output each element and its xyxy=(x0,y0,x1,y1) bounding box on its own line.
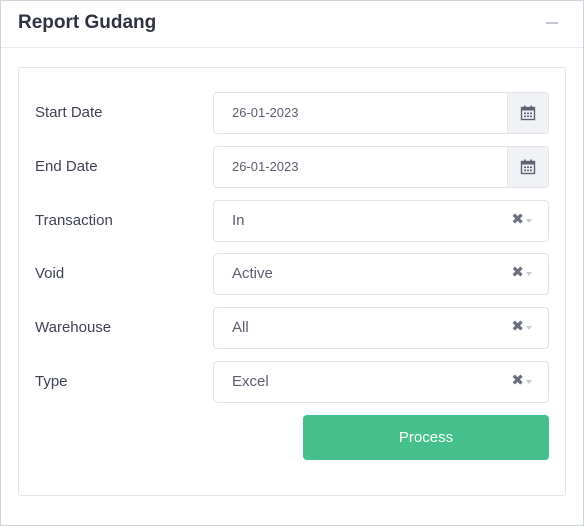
warehouse-select[interactable]: All ✖ xyxy=(213,307,549,349)
type-value: Excel xyxy=(232,373,269,390)
start-date-picker-button[interactable] xyxy=(507,93,548,133)
type-row: Type Excel ✖ xyxy=(19,361,565,403)
end-date-value[interactable]: 26-01-2023 xyxy=(232,159,299,174)
type-label: Type xyxy=(35,373,68,390)
transaction-value: In xyxy=(232,212,245,229)
clear-icon[interactable]: ✖ xyxy=(511,319,524,335)
panel-header: Report Gudang xyxy=(1,1,583,48)
chevron-down-icon[interactable] xyxy=(526,326,532,330)
void-value: Active xyxy=(232,265,273,282)
warehouse-value: All xyxy=(232,319,249,336)
void-label: Void xyxy=(35,265,65,282)
report-panel: Report Gudang Start Date 26-01-2023 End … xyxy=(0,0,584,526)
warehouse-label: Warehouse xyxy=(35,319,112,336)
end-date-row: End Date 26-01-2023 xyxy=(19,146,565,188)
chevron-down-icon[interactable] xyxy=(526,219,532,223)
minus-icon[interactable] xyxy=(546,22,558,24)
chevron-down-icon[interactable] xyxy=(526,272,532,276)
calendar-icon xyxy=(520,105,536,121)
warehouse-row: Warehouse All ✖ xyxy=(19,307,565,349)
start-date-value[interactable]: 26-01-2023 xyxy=(232,105,299,120)
transaction-label: Transaction xyxy=(35,212,113,229)
clear-icon[interactable]: ✖ xyxy=(511,265,524,281)
type-select[interactable]: Excel ✖ xyxy=(213,361,549,403)
start-date-label: Start Date xyxy=(35,104,103,121)
transaction-select[interactable]: In ✖ xyxy=(213,200,549,242)
end-date-picker-button[interactable] xyxy=(507,147,548,187)
clear-icon[interactable]: ✖ xyxy=(511,373,524,389)
page-title: Report Gudang xyxy=(18,12,157,33)
start-date-field[interactable]: 26-01-2023 xyxy=(213,92,549,134)
start-date-row: Start Date 26-01-2023 xyxy=(19,92,565,134)
transaction-row: Transaction In ✖ xyxy=(19,200,565,242)
void-row: Void Active ✖ xyxy=(19,253,565,295)
clear-icon[interactable]: ✖ xyxy=(511,212,524,228)
calendar-icon xyxy=(520,159,536,175)
end-date-field[interactable]: 26-01-2023 xyxy=(213,146,549,188)
process-button[interactable]: Process xyxy=(303,415,549,460)
report-form: Start Date 26-01-2023 End Date 26-01-202… xyxy=(18,67,566,496)
void-select[interactable]: Active ✖ xyxy=(213,253,549,295)
end-date-label: End Date xyxy=(35,158,98,175)
chevron-down-icon[interactable] xyxy=(526,380,532,384)
